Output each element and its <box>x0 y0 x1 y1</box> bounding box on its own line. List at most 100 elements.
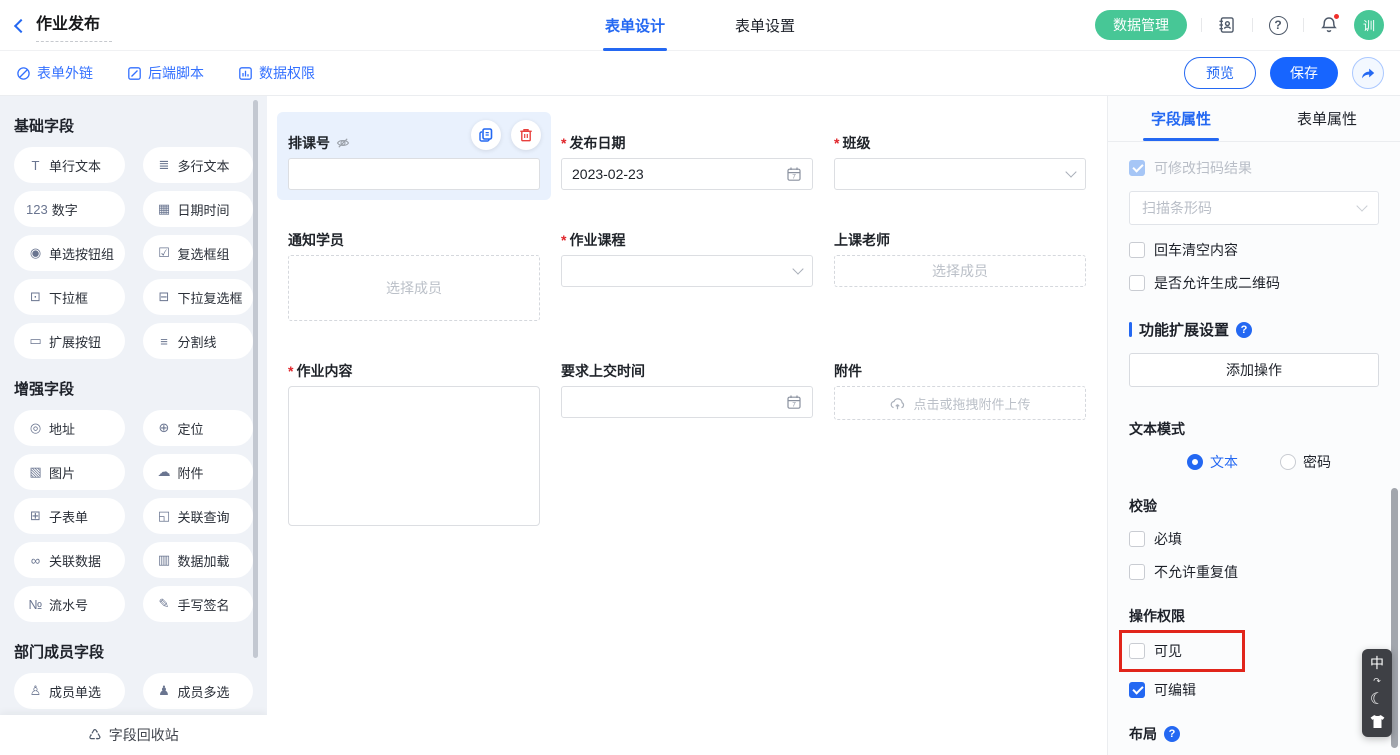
course-select[interactable] <box>561 255 813 287</box>
field-pill-label: 成员单选 <box>49 682 101 701</box>
no-duplicate-checkbox[interactable] <box>1129 564 1145 580</box>
field-pill[interactable]: ✎ 手写签名 <box>143 586 254 622</box>
content-textarea[interactable] <box>288 386 540 526</box>
field-pill[interactable]: № 流水号 <box>14 586 125 622</box>
field-pill[interactable]: ▥ 数据加载 <box>143 542 254 578</box>
field-pill[interactable]: ⊡ 下拉框 <box>14 279 125 315</box>
form-external-link[interactable]: 表单外链 <box>16 63 93 83</box>
field-label: 上课老师 <box>834 230 890 250</box>
field-pill-label: 关联数据 <box>49 551 101 570</box>
field-pill-icon: ⊡ <box>26 289 45 305</box>
add-action-button[interactable]: 添加操作 <box>1129 353 1379 387</box>
field-content[interactable]: *作业内容 <box>288 340 540 526</box>
required-star: * <box>834 133 839 153</box>
field-publish-date[interactable]: *发布日期 2023-02-23 7 <box>561 112 813 190</box>
notify-students-picker[interactable]: 选择成员 <box>288 255 540 321</box>
tab-form-properties[interactable]: 表单属性 <box>1254 96 1400 141</box>
class-select[interactable] <box>834 158 1086 190</box>
form-title[interactable]: 作业发布 <box>36 8 112 42</box>
field-schedule-no[interactable]: 排课号 <box>277 112 551 200</box>
field-pill[interactable]: T 单行文本 <box>14 147 125 183</box>
field-pill-icon: ⊞ <box>26 508 45 524</box>
schedule-no-input[interactable] <box>288 158 540 190</box>
field-pill-icon: ◎ <box>26 420 45 436</box>
data-manage-button[interactable]: 数据管理 <box>1095 10 1187 40</box>
field-notify-students[interactable]: 通知学员 选择成员 <box>288 209 540 321</box>
allow-qr-checkbox[interactable] <box>1129 275 1145 291</box>
enter-clear-row: 回车清空内容 <box>1129 240 1379 260</box>
layout-title-text: 布局 <box>1129 724 1157 744</box>
help-badge-icon[interactable]: ? <box>1236 322 1252 338</box>
theme-shirt-icon[interactable] <box>1370 715 1385 728</box>
field-pill[interactable]: ≣ 多行文本 <box>143 147 254 183</box>
form-external-link-label: 表单外链 <box>37 63 93 83</box>
field-pill[interactable]: ☁ 附件 <box>143 454 254 490</box>
preview-button[interactable]: 预览 <box>1184 57 1256 89</box>
teacher-picker[interactable]: 选择成员 <box>834 255 1086 287</box>
field-deadline[interactable]: 要求上交时间 7 <box>561 340 813 526</box>
data-permission-link[interactable]: 数据权限 <box>238 63 315 83</box>
field-pill-icon: ☁ <box>155 464 174 480</box>
field-pill[interactable]: ▦ 日期时间 <box>143 191 254 227</box>
field-pill[interactable]: 123 数字 <box>14 191 125 227</box>
field-pill[interactable]: ◎ 地址 <box>14 410 125 446</box>
field-pill[interactable]: ⊟ 下拉复选框 <box>143 279 254 315</box>
svg-text:7: 7 <box>792 401 796 408</box>
deadline-input[interactable]: 7 <box>561 386 813 418</box>
sidebar-scrollbar[interactable] <box>253 100 258 658</box>
tab-field-properties[interactable]: 字段属性 <box>1108 96 1254 141</box>
save-button[interactable]: 保存 <box>1270 57 1338 89</box>
permission-title: 操作权限 <box>1129 606 1379 626</box>
field-pill-icon: ⊕ <box>155 420 174 436</box>
field-class[interactable]: *班级 <box>834 112 1086 190</box>
tab-form-settings[interactable]: 表单设置 <box>735 0 795 51</box>
required-star: * <box>561 133 566 153</box>
scan-result-checkbox[interactable] <box>1129 160 1145 176</box>
field-attachment[interactable]: 附件 点击或拖拽附件上传 <box>834 340 1086 526</box>
calendar-icon: 7 <box>786 394 802 410</box>
visible-checkbox[interactable] <box>1129 643 1145 659</box>
field-teacher[interactable]: 上课老师 选择成员 <box>834 209 1086 321</box>
language-switch-icon[interactable]: ↷ <box>1373 677 1381 685</box>
field-pill[interactable]: ⊕ 定位 <box>143 410 254 446</box>
field-pill[interactable]: ☑ 复选框组 <box>143 235 254 271</box>
language-toggle[interactable]: 中 <box>1370 656 1384 670</box>
field-pill[interactable]: ⊞ 子表单 <box>14 498 125 534</box>
dark-mode-moon-icon[interactable]: ☾ <box>1370 692 1384 708</box>
required-checkbox[interactable] <box>1129 531 1145 547</box>
notification-dot <box>1333 13 1340 20</box>
editable-checkbox[interactable] <box>1129 682 1145 698</box>
help-badge-icon[interactable]: ? <box>1164 726 1180 742</box>
field-pill[interactable]: ▧ 图片 <box>14 454 125 490</box>
copy-field-button[interactable] <box>471 120 501 150</box>
back-icon[interactable] <box>14 18 28 32</box>
field-pill[interactable]: ◉ 单选按钮组 <box>14 235 125 271</box>
publish-date-input[interactable]: 2023-02-23 7 <box>561 158 813 190</box>
help-icon[interactable]: ? <box>1267 14 1289 36</box>
field-recycle-bin[interactable]: ♺ 字段回收站 <box>0 715 267 755</box>
avatar[interactable]: 训 <box>1354 10 1384 40</box>
scan-mode-select[interactable]: 扫描条形码 <box>1129 191 1379 225</box>
sidebar-section-enhanced: 增强字段 ◎ 地址 ⊕ 定位 <box>0 378 267 622</box>
field-course[interactable]: *作业课程 <box>561 209 813 321</box>
enter-clear-checkbox[interactable] <box>1129 242 1145 258</box>
backend-script-label: 后端脚本 <box>148 63 204 83</box>
attachment-upload[interactable]: 点击或拖拽附件上传 <box>834 386 1086 420</box>
backend-script-link[interactable]: 后端脚本 <box>127 63 204 83</box>
page-scrollbar[interactable] <box>1391 488 1398 748</box>
share-button[interactable] <box>1352 57 1384 89</box>
radio-password[interactable]: 密码 <box>1280 452 1331 472</box>
radio-text[interactable]: 文本 <box>1187 452 1238 472</box>
field-pill[interactable]: ▭ 扩展按钮 <box>14 323 125 359</box>
notification-bell-icon[interactable] <box>1318 14 1340 36</box>
field-pill[interactable]: ♟ 成员多选 <box>143 673 254 709</box>
tab-form-design[interactable]: 表单设计 <box>605 0 665 51</box>
field-pill[interactable]: ♙ 成员单选 <box>14 673 125 709</box>
address-book-icon[interactable] <box>1216 14 1238 36</box>
delete-field-button[interactable] <box>511 120 541 150</box>
field-pill[interactable]: ◱ 关联查询 <box>143 498 254 534</box>
field-pill[interactable]: ∞ 关联数据 <box>14 542 125 578</box>
field-pill-icon: ◉ <box>26 245 45 261</box>
field-pill-icon: ▧ <box>26 464 45 480</box>
field-pill[interactable]: ≡ 分割线 <box>143 323 254 359</box>
